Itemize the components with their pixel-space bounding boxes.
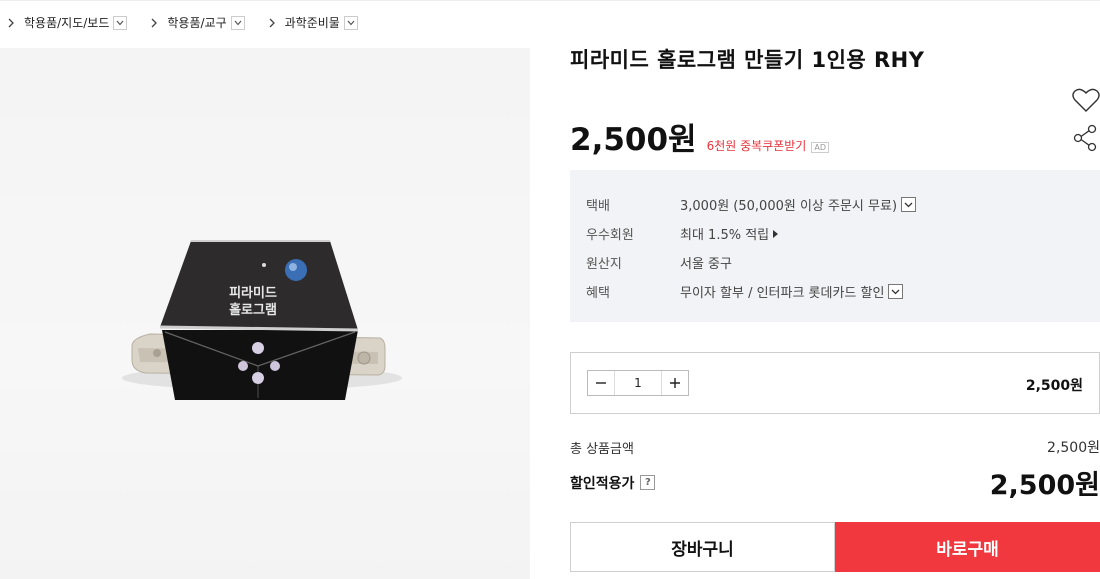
info-row-member: 우수회원 최대 1.5% 적립 xyxy=(586,219,1100,248)
info-value-text: 무이자 할부 / 인터파크 롯데카드 할인 xyxy=(680,286,885,301)
info-row-origin: 원산지 서울 중구 xyxy=(586,248,1100,277)
chevron-down-icon[interactable] xyxy=(901,197,917,212)
breadcrumb: 학용품/지도/보드 학용품/교구 과학준비물 xyxy=(0,0,1100,44)
info-row-delivery: 택배 3,000원 (50,000원 이상 주문시 무료) xyxy=(586,190,1100,219)
breadcrumb-label: 과학준비물 xyxy=(284,16,340,30)
add-to-cart-button[interactable]: 장바구니 xyxy=(570,522,835,572)
quantity-input[interactable]: 1 xyxy=(614,371,662,395)
chevron-down-icon[interactable] xyxy=(230,15,245,30)
buy-now-button[interactable]: 바로구매 xyxy=(835,522,1100,572)
help-icon[interactable]: ? xyxy=(640,475,656,490)
info-row-benefit: 혜택 무이자 할부 / 인터파크 롯데카드 할인 xyxy=(586,277,1100,306)
discount-label: 할인적용가 xyxy=(570,475,635,492)
minus-button[interactable] xyxy=(588,371,614,395)
quantity-stepper: 1 xyxy=(587,370,689,396)
product-image[interactable]: 피라미드 홀로그램 xyxy=(0,48,530,579)
info-value: 최대 1.5% 적립 xyxy=(680,224,779,243)
info-label: 택배 xyxy=(586,199,610,214)
price-row: 2,500원 6천원 중복쿠폰받기 AD xyxy=(570,114,829,159)
info-value-text: 서울 중구 xyxy=(680,257,732,272)
ad-badge: AD xyxy=(811,142,829,153)
minus-icon xyxy=(596,382,606,384)
quantity-panel: 1 2,500원 xyxy=(570,352,1100,414)
info-value: 무이자 할부 / 인터파크 롯데카드 할인 xyxy=(680,282,904,301)
breadcrumb-item-3[interactable]: 과학준비물 xyxy=(265,14,358,31)
total-value: 2,500원 xyxy=(1047,440,1100,456)
info-value-text: 최대 1.5% 적립 xyxy=(680,228,770,243)
breadcrumb-item-2[interactable]: 학용품/교구 xyxy=(147,14,245,31)
discount-label-wrap: 할인적용가 ? xyxy=(570,473,656,493)
plus-icon xyxy=(670,378,680,388)
product-title: 피라미드 홀로그램 만들기 1인용 RHY xyxy=(570,48,925,72)
info-label: 우수회원 xyxy=(586,228,634,243)
chevron-down-icon[interactable] xyxy=(113,15,128,30)
breadcrumb-label: 학용품/교구 xyxy=(167,16,227,30)
info-value-text: 3,000원 (50,000원 이상 주문시 무료) xyxy=(680,199,898,214)
box-label-2: 홀로그램 xyxy=(229,302,277,318)
info-label: 혜택 xyxy=(586,286,610,301)
breadcrumb-item-1[interactable]: 학용품/지도/보드 xyxy=(4,14,128,31)
delivery-info-panel: 택배 3,000원 (50,000원 이상 주문시 무료) 우수회원 최대 1.… xyxy=(570,170,1100,322)
line-price: 2,500원 xyxy=(1025,378,1083,394)
total-row: 총 상품금액 2,500원 xyxy=(570,437,1100,457)
chevron-right-icon xyxy=(151,18,158,27)
heart-icon[interactable] xyxy=(1071,86,1100,114)
chevron-right-icon xyxy=(269,18,275,27)
breadcrumb-label: 학용품/지도/보드 xyxy=(24,16,110,30)
share-icon[interactable] xyxy=(1072,124,1098,152)
box-label-1: 피라미드 xyxy=(229,285,277,301)
product-photo: 피라미드 홀로그램 xyxy=(122,240,402,400)
info-value: 3,000원 (50,000원 이상 주문시 무료) xyxy=(680,195,917,214)
coupon-link[interactable]: 6천원 중복쿠폰받기 xyxy=(707,137,807,154)
chevron-right-icon xyxy=(8,18,14,27)
plus-button[interactable] xyxy=(662,371,688,395)
chevron-down-icon[interactable] xyxy=(888,284,904,299)
caret-right-icon[interactable] xyxy=(773,229,779,238)
discount-value: 2,500원 xyxy=(989,470,1100,501)
product-price: 2,500원 xyxy=(570,122,697,158)
discount-row: 할인적용가 ? 2,500원 xyxy=(570,463,1100,502)
total-label: 총 상품금액 xyxy=(570,441,634,457)
info-label: 원산지 xyxy=(586,257,622,272)
chevron-down-icon[interactable] xyxy=(343,15,358,30)
